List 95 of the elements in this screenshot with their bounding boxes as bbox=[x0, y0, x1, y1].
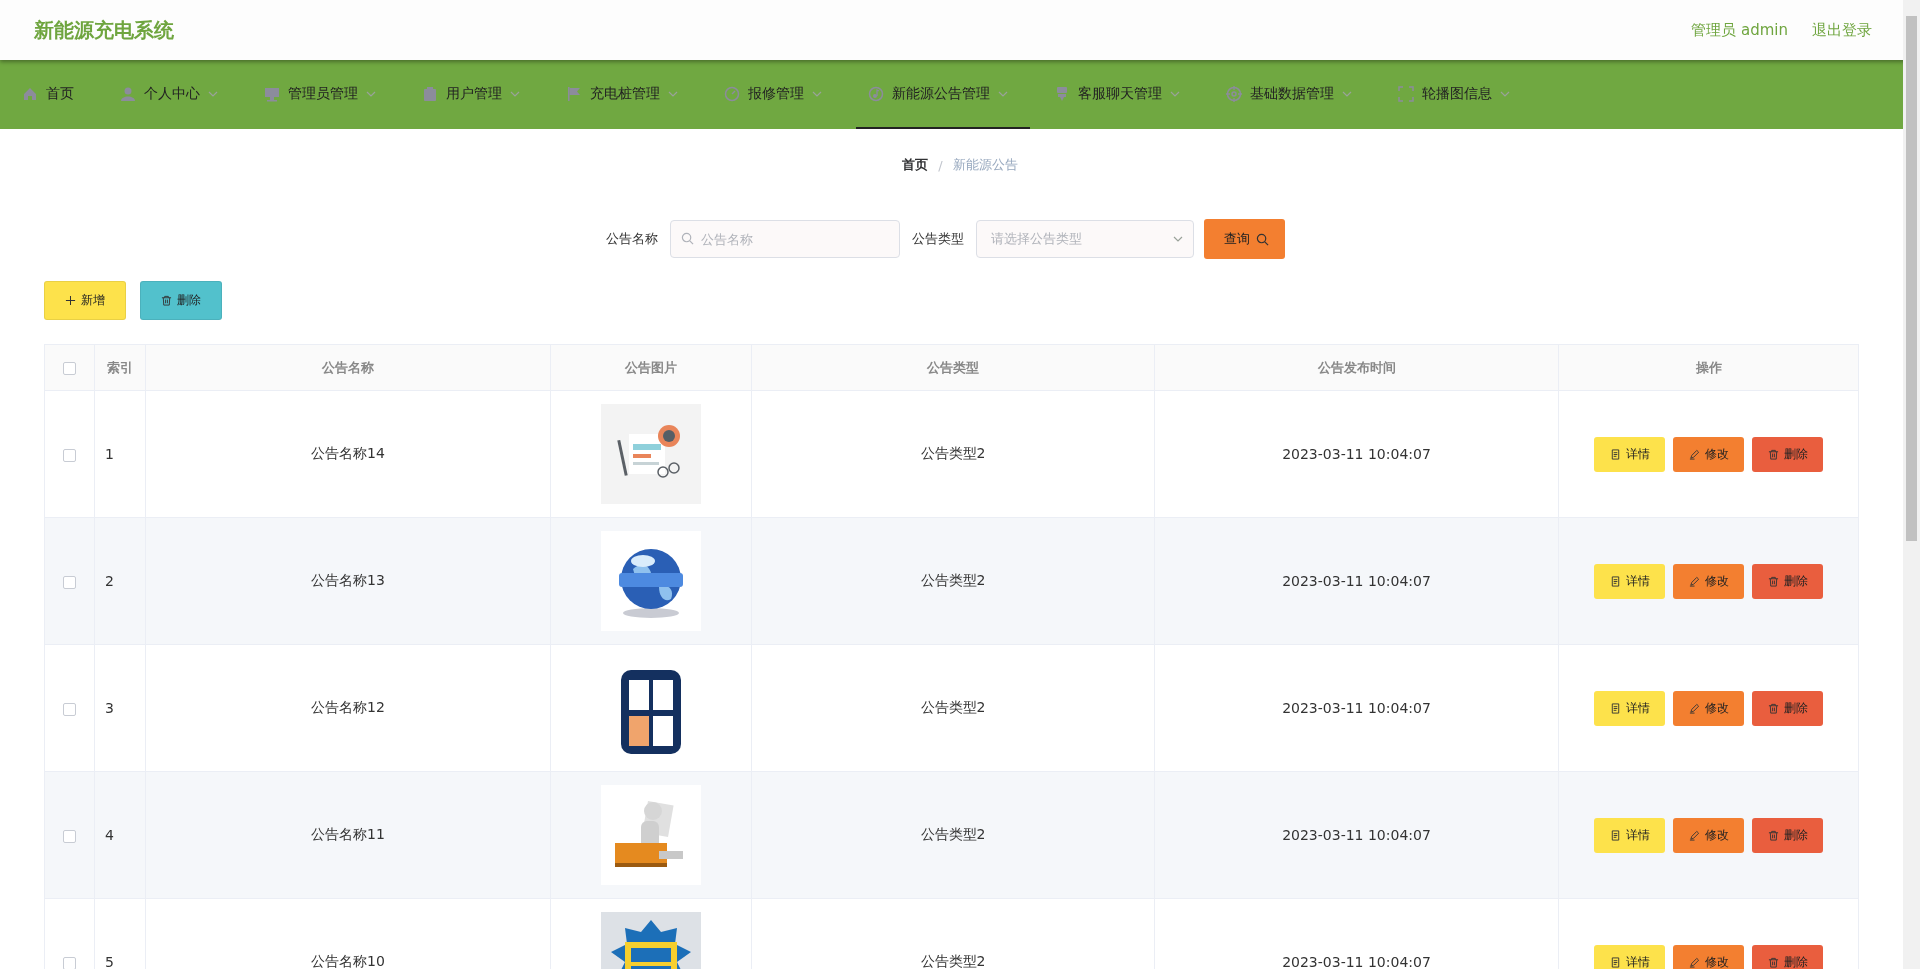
table-cell: 2023-03-11 10:04:07 bbox=[1154, 390, 1559, 518]
table-cell: 公告名称14 bbox=[145, 390, 551, 518]
breadcrumb-item: 新能源公告 bbox=[952, 156, 1018, 174]
table-cell: 公告类型2 bbox=[751, 517, 1155, 645]
details-button[interactable]: 详情 bbox=[1594, 817, 1665, 853]
column-header: 公告类型 bbox=[751, 344, 1155, 391]
table-cell: 公告类型2 bbox=[751, 644, 1155, 772]
delete-button[interactable]: 删除 bbox=[1752, 436, 1823, 472]
details-button[interactable]: 详情 bbox=[1594, 690, 1665, 726]
edit-button[interactable]: 修改 bbox=[1673, 563, 1744, 599]
column-header: 索引 bbox=[94, 344, 146, 391]
nav-tab[interactable]: 报修管理 bbox=[712, 60, 844, 129]
nav-tab[interactable]: 基础数据管理 bbox=[1214, 60, 1374, 129]
table-cell: 公告名称13 bbox=[145, 517, 551, 645]
field-label: 公告类型 bbox=[911, 230, 964, 248]
details-button[interactable]: 详情 bbox=[1594, 563, 1665, 599]
delete-button[interactable]: 删除 bbox=[140, 281, 222, 320]
nav-icon bbox=[868, 85, 884, 102]
trash-icon bbox=[1767, 575, 1779, 587]
row-checkbox[interactable] bbox=[63, 956, 76, 969]
row-checkbox[interactable] bbox=[63, 448, 76, 462]
nav-icon bbox=[1398, 85, 1414, 102]
table-cell: 公告类型2 bbox=[751, 771, 1155, 899]
table-cell: 2023-03-11 10:04:07 bbox=[1154, 644, 1559, 772]
column-header: 公告图片 bbox=[550, 344, 752, 391]
app-title: 新能源充电系统 bbox=[34, 16, 174, 44]
table-cell: 3 bbox=[94, 644, 146, 772]
document-icon bbox=[1609, 448, 1621, 460]
trash-icon bbox=[161, 295, 172, 306]
nav-tab[interactable]: 用户管理 bbox=[410, 60, 542, 129]
pencil-icon bbox=[1688, 956, 1700, 968]
logout-link[interactable]: 退出登录 bbox=[1812, 20, 1872, 40]
delete-button[interactable]: 删除 bbox=[1752, 944, 1823, 969]
column-header: 公告名称 bbox=[145, 344, 551, 391]
nav-tab[interactable]: 轮播图信息 bbox=[1386, 60, 1532, 129]
document-icon bbox=[1609, 702, 1621, 714]
details-button[interactable]: 详情 bbox=[1594, 436, 1665, 472]
plus-icon bbox=[65, 295, 76, 306]
delete-button[interactable]: 删除 bbox=[1752, 817, 1823, 853]
pencil-icon bbox=[1688, 448, 1700, 460]
edit-button[interactable]: 修改 bbox=[1673, 436, 1744, 472]
column-header: 公告发布时间 bbox=[1154, 344, 1559, 391]
nav-tab[interactable]: 新能源公告管理 bbox=[856, 60, 1030, 129]
select-all-checkbox[interactable] bbox=[63, 362, 76, 375]
field-label: 公告名称 bbox=[605, 230, 658, 248]
table-cell: 2023-03-11 10:04:07 bbox=[1154, 517, 1559, 645]
user-label: 管理员 admin bbox=[1691, 20, 1788, 40]
nav-icon bbox=[724, 85, 740, 102]
table-cell: 4 bbox=[94, 771, 146, 899]
nav-icon bbox=[1226, 85, 1242, 102]
table-cell: 1 bbox=[94, 390, 146, 518]
pencil-icon bbox=[1688, 702, 1700, 714]
pencil-icon bbox=[1688, 829, 1700, 841]
nav-tab[interactable]: 客服聊天管理 bbox=[1042, 60, 1202, 129]
table-cell: 2 bbox=[94, 517, 146, 645]
trash-icon bbox=[1767, 448, 1779, 460]
delete-button[interactable]: 删除 bbox=[1752, 690, 1823, 726]
trash-icon bbox=[1767, 956, 1779, 968]
trash-icon bbox=[1767, 829, 1779, 841]
nav-tab[interactable]: 个人中心 bbox=[108, 60, 240, 129]
document-icon bbox=[1609, 575, 1621, 587]
nav-icon bbox=[566, 85, 582, 102]
query-button[interactable]: 查询 bbox=[1203, 219, 1285, 259]
caret-icon bbox=[1172, 236, 1183, 242]
row-checkbox[interactable] bbox=[63, 829, 76, 843]
search-field[interactable]: 公告名称 bbox=[669, 220, 900, 258]
row-checkbox[interactable] bbox=[63, 702, 76, 716]
nav-icon bbox=[1054, 85, 1070, 102]
breadcrumb-item[interactable]: 首页 bbox=[902, 156, 929, 174]
details-button[interactable]: 详情 bbox=[1594, 944, 1665, 969]
add-button[interactable]: 新增 bbox=[44, 281, 126, 320]
document-icon bbox=[1609, 956, 1621, 968]
edit-button[interactable]: 修改 bbox=[1673, 690, 1744, 726]
table-cell: 2023-03-11 10:04:07 bbox=[1154, 771, 1559, 899]
nav-tab[interactable]: 管理员管理 bbox=[252, 60, 398, 129]
nav-tab[interactable]: 充电桩管理 bbox=[554, 60, 700, 129]
table-cell: 公告类型2 bbox=[751, 390, 1155, 518]
nav-tab[interactable]: 首页 bbox=[10, 60, 96, 129]
breadcrumb-separator: / bbox=[938, 157, 943, 173]
table-cell: 公告名称11 bbox=[145, 771, 551, 899]
nav-icon bbox=[422, 85, 438, 102]
nav-icon bbox=[120, 85, 136, 102]
delete-button[interactable]: 删除 bbox=[1752, 563, 1823, 599]
nav-icon bbox=[264, 85, 280, 102]
edit-button[interactable]: 修改 bbox=[1673, 944, 1744, 969]
pencil-icon bbox=[1688, 575, 1700, 587]
search-icon bbox=[680, 232, 694, 245]
document-icon bbox=[1609, 829, 1621, 841]
trash-icon bbox=[1767, 702, 1779, 714]
search-icon bbox=[1255, 232, 1269, 246]
column-header: 操作 bbox=[1558, 344, 1859, 391]
nav-icon bbox=[22, 85, 38, 102]
edit-button[interactable]: 修改 bbox=[1673, 817, 1744, 853]
table-cell: 公告名称12 bbox=[145, 644, 551, 772]
row-checkbox[interactable] bbox=[63, 575, 76, 589]
